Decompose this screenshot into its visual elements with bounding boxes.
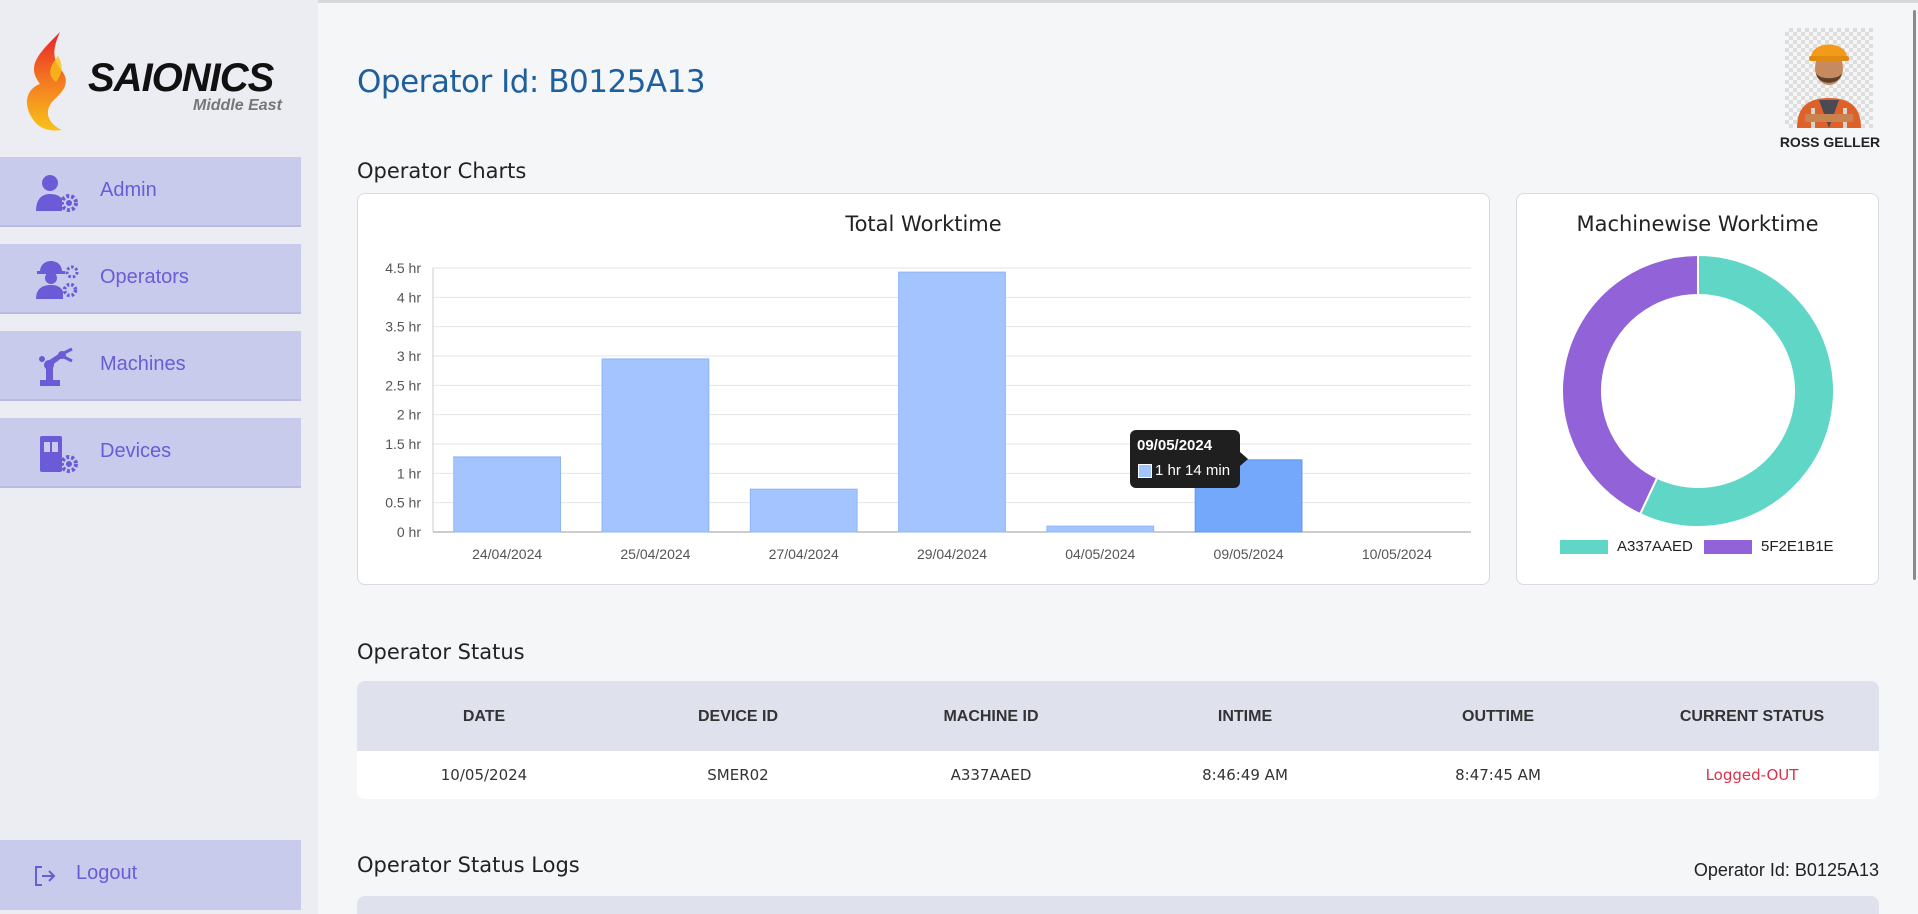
bar-24/04/2024[interactable] <box>453 456 562 533</box>
x-tick-label: 04/05/2024 <box>1065 546 1135 562</box>
tooltip-date: 09/05/2024 <box>1137 437 1213 454</box>
admin-gear-icon <box>36 175 78 212</box>
y-tick-label: 0.5 hr <box>385 495 421 511</box>
worktime-bar-chart: 0 hr 0.5 hr 1 hr 1.5 hr 2 hr 2.5 hr 3 hr 3.5 hr… <box>385 260 1471 562</box>
logs-table-header <box>357 896 1879 914</box>
cell-machine-id: A337AAED <box>950 766 1032 784</box>
cell-outtime: 8:47:45 AM <box>1455 766 1541 784</box>
y-tick-label: 2.5 hr <box>385 377 421 393</box>
y-tick-label: 1 hr <box>397 465 421 481</box>
robot-arm-icon <box>39 347 73 386</box>
charts-section-title: Operator Charts <box>357 159 527 183</box>
logout-button[interactable]: Logout <box>0 840 301 910</box>
y-tick-label: 2 hr <box>397 407 421 423</box>
sidebar-item-admin[interactable]: Admin <box>0 157 301 227</box>
logs-operator-id: Operator Id: B0125A13 <box>1693 860 1879 880</box>
column-header-intime: INTIME <box>1217 708 1273 725</box>
x-tick-label: 09/05/2024 <box>1214 546 1284 562</box>
device-gear-icon <box>40 436 78 473</box>
legend-swatch <box>1560 540 1608 554</box>
legend-label: 5F2E1B1E <box>1761 538 1834 555</box>
column-header-date: DATE <box>462 708 506 725</box>
sidebar-item-label: Admin <box>100 179 157 201</box>
status-section-title: Operator Status <box>357 640 525 664</box>
worktime-chart-card: Total Worktime 0 hr 0.5 hr 1 hr 1.5 hr 2 hr 2… <box>357 193 1490 585</box>
y-tick-label: 3.5 hr <box>385 319 421 335</box>
table-header: DATE DEVICE ID MACHINE ID INTIME OUTTIME… <box>357 681 1879 751</box>
logs-section-title: Operator Status Logs <box>357 853 580 877</box>
sidebar-item-devices[interactable]: Devices <box>0 418 301 488</box>
table-row: 10/05/2024 SMER02 A337AAED 8:46:49 AM 8:… <box>357 751 1879 799</box>
bar-04/05/2024[interactable] <box>1046 525 1155 533</box>
status-badge: Logged-OUT <box>1705 766 1799 784</box>
x-tick-label: 10/05/2024 <box>1362 546 1432 562</box>
x-tick-label: 29/04/2024 <box>917 546 987 562</box>
y-tick-label: 1.5 hr <box>385 436 421 452</box>
y-tick-label: 4.5 hr <box>385 260 421 276</box>
user-name: ROSS GELLER <box>1779 134 1881 150</box>
y-tick-label: 4 hr <box>397 289 421 305</box>
logout-icon <box>35 866 56 886</box>
logout-label: Logout <box>76 862 138 884</box>
cell-device-id: SMER02 <box>707 766 769 784</box>
tooltip-value: 1 hr 14 min <box>1155 462 1231 479</box>
page-title: Operator Id: B0125A13 <box>357 64 706 100</box>
status-table: DATE DEVICE ID MACHINE ID INTIME OUTTIME… <box>357 681 1879 799</box>
brand-logo[interactable]: SAIONICS Middle East <box>18 28 288 138</box>
column-header-current-status: CURRENT STATUS <box>1679 708 1825 725</box>
bar-29/04/2024[interactable] <box>898 271 1006 533</box>
column-header-machine-id: MACHINE ID <box>943 708 1039 725</box>
x-tick-label: 27/04/2024 <box>769 546 839 562</box>
sidebar-item-operators[interactable]: Operators <box>0 244 301 314</box>
bar-25/04/2024[interactable] <box>601 358 710 533</box>
flame-logo-icon <box>26 32 66 131</box>
x-tick-label: 25/04/2024 <box>620 546 690 562</box>
avatar[interactable] <box>1785 28 1873 128</box>
column-header-outtime: OUTTIME <box>1462 708 1534 725</box>
column-header-device-id: DEVICE ID <box>697 708 778 725</box>
cell-intime: 8:46:49 AM <box>1202 766 1288 784</box>
x-tick-label: 24/04/2024 <box>472 546 542 562</box>
machinewise-chart-card: Machinewise Worktime <box>1516 193 1879 585</box>
y-tick-label: 0 hr <box>397 524 421 540</box>
machinewise-donut-chart <box>1561 253 1835 528</box>
donut-slice-5F2E1B1E[interactable] <box>1561 253 1699 516</box>
chart-tooltip: 09/05/2024 1 hr 14 min <box>1130 430 1248 488</box>
sidebar-item-label: Operators <box>100 266 189 288</box>
legend-label: A337AAED <box>1617 538 1693 555</box>
bar-27/04/2024[interactable] <box>749 488 858 533</box>
sidebar-item-label: Devices <box>100 440 172 462</box>
page-scrollbar[interactable] <box>1913 10 1916 580</box>
sidebar-item-label: Machines <box>100 353 186 375</box>
y-tick-label: 3 hr <box>397 348 421 364</box>
brand-name: SAIONICS <box>88 56 274 100</box>
operators-gear-icon <box>36 261 79 299</box>
user-avatar-icon <box>1797 44 1861 128</box>
legend-swatch <box>1704 540 1752 554</box>
cell-date: 10/05/2024 <box>440 766 528 784</box>
sidebar: SAIONICS Middle East Admin Operators Mac… <box>0 0 318 914</box>
brand-subtitle: Middle East <box>193 97 282 114</box>
tooltip-swatch <box>1138 464 1152 478</box>
sidebar-item-machines[interactable]: Machines <box>0 331 301 401</box>
